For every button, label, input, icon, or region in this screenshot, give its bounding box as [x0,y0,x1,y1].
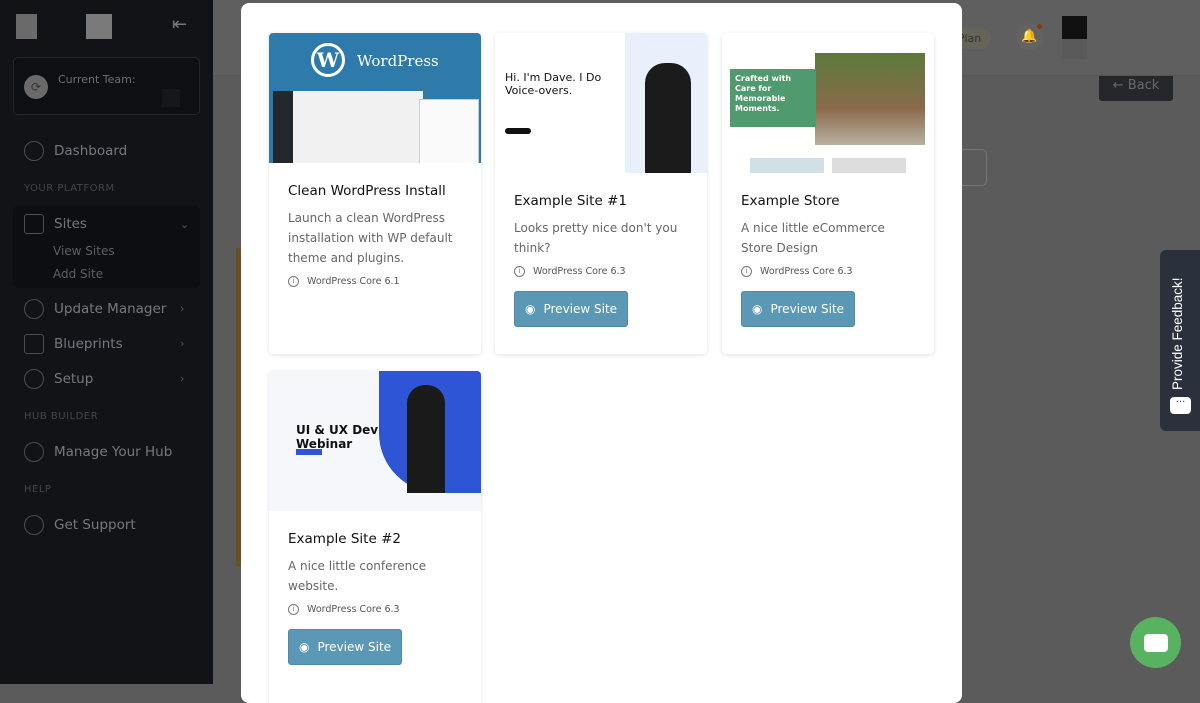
thumb-button [505,128,531,134]
label: Blueprints [54,336,123,352]
back-button[interactable]: ← Back [1099,76,1173,101]
version-text: WordPress Core 6.3 [533,266,626,277]
thumbnail-text: UI & UX Dev Webinar [296,423,379,451]
feedback-label: Provide Feedback! [1170,277,1185,390]
notification-dot [1037,24,1042,29]
eye-icon: ◉ [525,302,536,316]
logo-mark [86,14,112,39]
lifebuoy-icon [24,515,44,535]
browser-icon [24,214,44,234]
label: Manage Your Hub [54,444,173,460]
thumbnail-text: Crafted with Care for Memorable Moments. [730,69,816,127]
section-label: HUB BUILDER [24,411,99,422]
sidebar-item-dashboard[interactable]: Dashboard [24,141,127,161]
refresh-icon [24,299,44,319]
person-image [407,385,445,493]
label: Preview Site [317,640,392,654]
gauge-icon [24,141,44,161]
version-text: WordPress Core 6.3 [307,604,400,615]
users-icon [24,442,44,462]
preview-site-button[interactable]: ◉ Preview Site [514,291,629,327]
speech-bubble-icon: ··· [1170,397,1191,414]
thumb-tile [832,158,906,173]
info-icon: i [514,266,525,277]
thumbnail-text: WordPress [357,52,439,70]
label: Update Manager [54,301,167,317]
sidebar-item-manage-hub[interactable]: Manage Your Hub [24,442,172,462]
gear-icon [24,369,44,389]
chevron-down-icon[interactable]: ⌄ [180,218,189,231]
layers-icon [24,334,44,354]
card-title: Clean WordPress Install [288,183,446,199]
eye-icon: ◉ [752,302,763,316]
thumbnail: Crafted with Care for Memorable Moments. [722,33,934,173]
thumbnail: UI & UX Dev Webinar [269,371,481,511]
account-avatar[interactable] [1062,16,1087,59]
blueprint-card[interactable]: W WordPress Clean WordPress Install Laun… [269,33,481,354]
card-title: Example Site #1 [514,193,627,209]
section-label: HELP [24,484,52,495]
feedback-tab[interactable]: Provide Feedback! ··· [1160,250,1200,431]
version-info: i WordPress Core 6.3 [741,266,915,277]
notifications-bell-icon[interactable]: 🔔 [1016,23,1043,50]
label: Dashboard [54,143,128,159]
team-swatch [162,89,180,107]
team-switcher[interactable]: ⟳ Current Team: [13,57,200,115]
card-description: A nice little eCommerce Store Design [741,221,885,255]
card-title: Example Store [741,193,840,209]
chevron-right-icon[interactable]: › [180,302,184,315]
card-title: Example Site #2 [288,531,401,547]
info-icon: i [288,276,299,287]
version-text: WordPress Core 6.1 [307,276,400,287]
wordpress-logo-icon: W [311,43,345,77]
thumbnail-text: Hi. I'm Dave. I Do Voice-overs. [505,71,602,97]
person-image [645,63,691,173]
version-text: WordPress Core 6.3 [760,266,853,277]
blueprint-modal: W WordPress Clean WordPress Install Laun… [241,3,962,703]
sidebar-item-sites[interactable]: Sites [24,214,87,234]
label: Setup [54,371,94,387]
card-description: A nice little conference website. [288,559,427,593]
eye-icon: ◉ [299,640,310,654]
version-info: i WordPress Core 6.1 [288,276,462,287]
blueprint-card[interactable]: Crafted with Care for Memorable Moments.… [722,33,934,354]
store-photo [815,53,925,145]
sidebar-subitem-view-sites[interactable]: View Sites [53,244,115,258]
sidebar: ⇤ ⟳ Current Team: Dashboard YOUR PLATFOR… [0,0,213,684]
section-label: YOUR PLATFORM [24,183,115,194]
sidebar-item-setup[interactable]: Setup [24,369,93,389]
chat-launcher-button[interactable] [1130,617,1181,668]
chevron-right-icon[interactable]: › [180,337,184,350]
sidebar-item-update-manager[interactable]: Update Manager [24,299,166,319]
card-description: Launch a clean WordPress installation wi… [288,211,453,265]
label: Sites [54,216,87,232]
team-label: Current Team: [58,73,136,86]
sidebar-subitem-add-site[interactable]: Add Site [53,267,103,281]
version-info: i WordPress Core 6.3 [288,604,462,615]
blueprint-card[interactable]: UI & UX Dev Webinar Example Site #2 A ni… [269,371,481,703]
version-info: i WordPress Core 6.3 [514,266,688,277]
blueprint-card[interactable]: Hi. I'm Dave. I Do Voice-overs. Example … [495,33,707,354]
thumb-button [296,449,322,455]
logo [16,14,37,39]
sidebar-item-get-support[interactable]: Get Support [24,515,136,535]
info-icon: i [741,266,752,277]
screenshot [419,99,479,163]
collapse-sidebar-icon[interactable]: ⇤ [172,14,187,35]
thumb-tile [750,158,824,173]
label: Get Support [54,517,136,533]
sidebar-item-blueprints[interactable]: Blueprints [24,334,123,354]
preview-site-button[interactable]: ◉ Preview Site [288,629,403,665]
label: Preview Site [770,302,845,316]
thumbnail: Hi. I'm Dave. I Do Voice-overs. [495,33,707,173]
team-avatar-icon: ⟳ [24,75,48,99]
info-icon: i [288,604,299,615]
preview-site-button[interactable]: ◉ Preview Site [741,291,856,327]
thumbnail: W WordPress [269,33,481,163]
card-description: Looks pretty nice don't you think? [514,221,678,255]
label: Preview Site [543,302,618,316]
screenshot [273,91,423,163]
chat-icon [1143,633,1168,652]
chevron-right-icon[interactable]: › [180,372,184,385]
